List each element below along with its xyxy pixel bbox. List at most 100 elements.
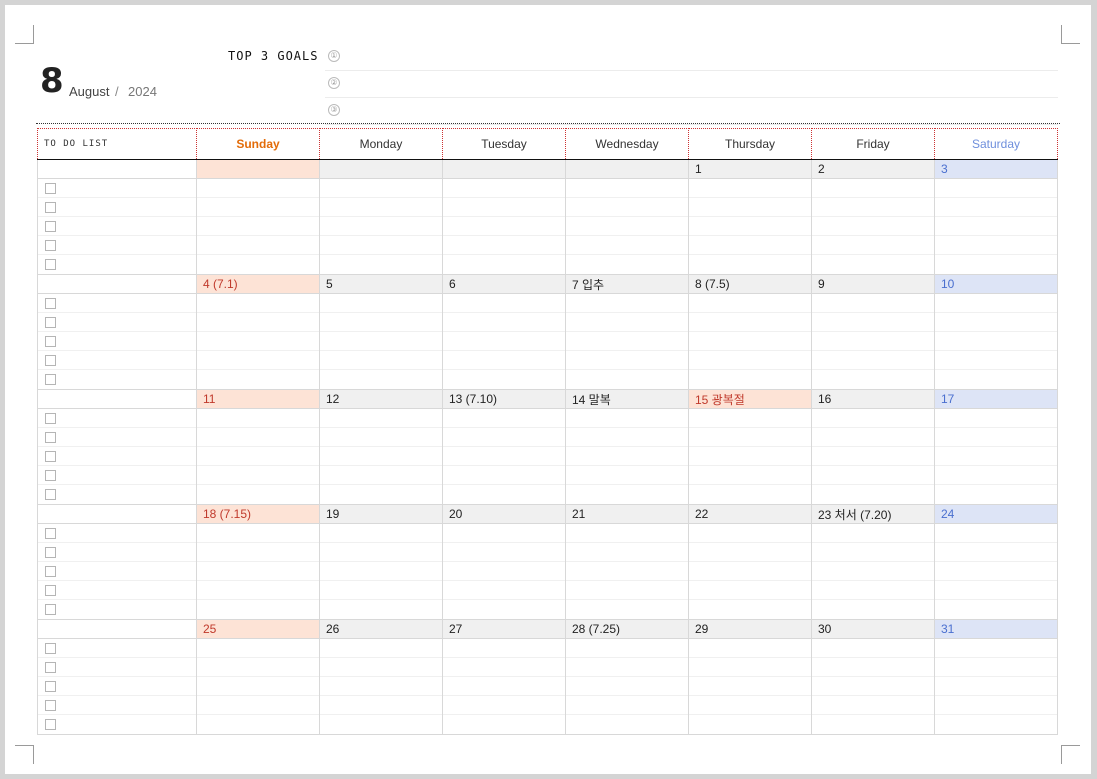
day-number-cell: 21 <box>565 504 689 524</box>
todo-checkbox[interactable] <box>45 585 56 596</box>
weekday-header-wednesday: Wednesday <box>565 128 689 160</box>
day-number-cell: 19 <box>319 504 443 524</box>
day-notes-cell[interactable] <box>565 523 689 620</box>
day-notes-cell[interactable] <box>934 293 1058 390</box>
goal-marker: ① <box>328 50 340 62</box>
day-notes-cell[interactable] <box>934 408 1058 505</box>
day-notes-cell[interactable] <box>565 408 689 505</box>
day-notes-cell[interactable] <box>196 293 320 390</box>
todo-checkbox[interactable] <box>45 528 56 539</box>
todo-checkbox[interactable] <box>45 604 56 615</box>
day-notes-cell[interactable] <box>811 293 935 390</box>
todo-checkbox[interactable] <box>45 355 56 366</box>
todo-list-cell[interactable] <box>37 523 197 620</box>
day-notes-cell[interactable] <box>565 178 689 275</box>
calendar-page: 8 August / 2024 TOP 3 GOALS ① ② ③ TO DO … <box>5 5 1091 774</box>
goal-line-2[interactable]: ② <box>325 71 1058 98</box>
day-notes-cell[interactable] <box>688 523 812 620</box>
day-notes-cell[interactable] <box>688 638 812 735</box>
day-notes-cell[interactable] <box>811 523 935 620</box>
todo-checkbox[interactable] <box>45 202 56 213</box>
todo-list-cell[interactable] <box>37 178 197 275</box>
todo-date-spacer <box>37 389 197 409</box>
day-notes-cell[interactable] <box>196 178 320 275</box>
todo-checkbox[interactable] <box>45 700 56 711</box>
weekday-header-sunday: Sunday <box>196 128 320 160</box>
todo-checkbox[interactable] <box>45 259 56 270</box>
day-notes-cell[interactable] <box>319 523 443 620</box>
day-notes-cell[interactable] <box>442 523 566 620</box>
day-notes-cell[interactable] <box>688 408 812 505</box>
day-notes-cell[interactable] <box>319 293 443 390</box>
todo-checkbox[interactable] <box>45 643 56 654</box>
day-notes-cell[interactable] <box>934 523 1058 620</box>
day-notes-cell[interactable] <box>442 178 566 275</box>
todo-checkbox[interactable] <box>45 566 56 577</box>
todo-checkbox[interactable] <box>45 317 56 328</box>
day-notes-cell[interactable] <box>811 178 935 275</box>
todo-checkbox[interactable] <box>45 719 56 730</box>
todo-checkbox[interactable] <box>45 183 56 194</box>
day-notes-cell[interactable] <box>565 293 689 390</box>
day-notes-cell[interactable] <box>196 638 320 735</box>
todo-checkbox[interactable] <box>45 470 56 481</box>
day-notes-cell[interactable] <box>442 408 566 505</box>
day-notes-cell[interactable] <box>688 293 812 390</box>
goal-line-1[interactable]: ① <box>325 44 1058 71</box>
day-notes-cell[interactable] <box>319 408 443 505</box>
todo-checkbox[interactable] <box>45 432 56 443</box>
todo-checkbox[interactable] <box>45 681 56 692</box>
todo-checkbox[interactable] <box>45 374 56 385</box>
day-notes-cell[interactable] <box>688 178 812 275</box>
day-number-cell: 4 (7.1) <box>196 274 320 294</box>
day-notes-cell[interactable] <box>934 178 1058 275</box>
day-number-cell: 16 <box>811 389 935 409</box>
week-date-row: 18 (7.15) 19 20 21 22 23 처서 (7.20) 24 <box>37 504 1058 524</box>
week-body-row <box>37 178 1058 275</box>
todo-checkbox[interactable] <box>45 489 56 500</box>
todo-checkbox[interactable] <box>45 451 56 462</box>
todo-checkbox[interactable] <box>45 336 56 347</box>
todo-checkbox[interactable] <box>45 413 56 424</box>
crop-mark-top-right <box>1061 25 1080 44</box>
week-date-row: 25 26 27 28 (7.25) 29 30 31 <box>37 619 1058 639</box>
day-notes-cell[interactable] <box>442 293 566 390</box>
weekday-header-thursday: Thursday <box>688 128 812 160</box>
day-notes-cell[interactable] <box>196 523 320 620</box>
todo-checkbox[interactable] <box>45 240 56 251</box>
day-number-cell: 26 <box>319 619 443 639</box>
todo-list-cell[interactable] <box>37 638 197 735</box>
todo-checkbox[interactable] <box>45 298 56 309</box>
day-notes-cell[interactable] <box>319 178 443 275</box>
todo-list-cell[interactable] <box>37 293 197 390</box>
day-notes-cell[interactable] <box>442 638 566 735</box>
todo-checkbox[interactable] <box>45 547 56 558</box>
todo-checkbox[interactable] <box>45 662 56 673</box>
day-notes-cell[interactable] <box>811 638 935 735</box>
day-number-cell: 6 <box>442 274 566 294</box>
day-number-cell: 29 <box>688 619 812 639</box>
day-number-cell: 25 <box>196 619 320 639</box>
day-number-cell: 31 <box>934 619 1058 639</box>
todo-date-spacer <box>37 504 197 524</box>
day-notes-cell[interactable] <box>196 408 320 505</box>
week-date-row: 11 12 13 (7.10) 14 말복 15 광복절 16 17 <box>37 389 1058 409</box>
todo-date-spacer <box>37 619 197 639</box>
weekday-header-friday: Friday <box>811 128 935 160</box>
weekday-header-tuesday: Tuesday <box>442 128 566 160</box>
goals-title: TOP 3 GOALS <box>228 49 319 63</box>
day-number-cell: 1 <box>688 159 812 179</box>
day-notes-cell[interactable] <box>565 638 689 735</box>
todo-date-spacer <box>37 159 197 179</box>
day-notes-cell[interactable] <box>319 638 443 735</box>
goal-line-3[interactable]: ③ <box>325 98 1058 125</box>
week-body-row <box>37 523 1058 620</box>
day-notes-cell[interactable] <box>934 638 1058 735</box>
day-notes-cell[interactable] <box>811 408 935 505</box>
goal-marker: ③ <box>328 104 340 116</box>
todo-list-cell[interactable] <box>37 408 197 505</box>
day-number-cell: 18 (7.15) <box>196 504 320 524</box>
day-number-cell: 14 말복 <box>565 389 689 409</box>
day-number-cell: 24 <box>934 504 1058 524</box>
todo-checkbox[interactable] <box>45 221 56 232</box>
